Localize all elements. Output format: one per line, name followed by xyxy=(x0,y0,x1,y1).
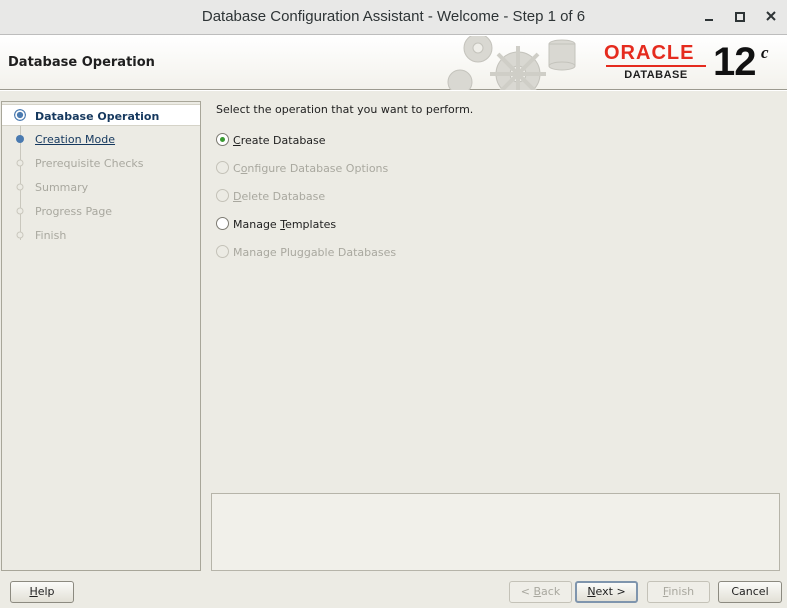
maximize-icon xyxy=(735,12,745,22)
step-current-icon xyxy=(14,109,26,121)
manage-pluggable-databases-option: Manage Pluggable Databases xyxy=(216,243,516,261)
version-superscript: c xyxy=(761,43,769,62)
step-label: Database Operation xyxy=(35,110,160,123)
help-button[interactable]: Help xyxy=(10,581,74,603)
step-database-operation[interactable]: Database Operation xyxy=(2,104,200,126)
step-label: Prerequisite Checks xyxy=(35,157,144,170)
radio-unselected-icon[interactable] xyxy=(216,217,229,230)
radio-disabled-icon xyxy=(216,189,229,202)
step-finish: Finish xyxy=(2,224,200,246)
close-icon xyxy=(766,11,776,21)
minimize-button[interactable] xyxy=(697,6,721,28)
cancel-button[interactable]: Cancel xyxy=(718,581,782,603)
gears-graphic xyxy=(447,36,576,90)
create-database-option[interactable]: Create Database xyxy=(216,131,516,149)
step-label: Summary xyxy=(35,181,89,194)
step-creation-mode[interactable]: Creation Mode xyxy=(2,128,200,150)
finish-button: Finish xyxy=(647,581,710,603)
back-button: < Back xyxy=(509,581,572,603)
content-panel: Select the operation that you want to pe… xyxy=(202,91,787,571)
button-bar: Help < Back Next > Finish Cancel xyxy=(0,575,787,608)
minimize-icon xyxy=(705,19,713,21)
page-title: Database Operation xyxy=(8,55,155,70)
delete-database-option: Delete Database xyxy=(216,187,516,205)
next-button[interactable]: Next > xyxy=(575,581,638,603)
step-disabled-icon xyxy=(16,183,24,191)
configure-database-options-option: Configure Database Options xyxy=(216,159,516,177)
wizard-body: Database Operation Creation Mode Prerequ… xyxy=(0,91,787,608)
step-label: Finish xyxy=(35,229,67,242)
step-disabled-icon xyxy=(16,231,24,239)
radio-selected-icon[interactable] xyxy=(216,133,229,146)
close-button[interactable] xyxy=(759,6,783,28)
option-label: Delete Database xyxy=(233,190,326,203)
radio-disabled-icon xyxy=(216,245,229,258)
instruction-text: Select the operation that you want to pe… xyxy=(216,103,474,116)
radio-disabled-icon xyxy=(216,161,229,174)
step-progress-page: Progress Page xyxy=(2,200,200,222)
window-title: Database Configuration Assistant - Welco… xyxy=(201,8,586,25)
step-label: Creation Mode xyxy=(35,133,116,146)
step-prerequisite-checks: Prerequisite Checks xyxy=(2,152,200,174)
option-label: Configure Database Options xyxy=(233,162,389,175)
option-label: Manage Templates xyxy=(233,218,337,231)
maximize-button[interactable] xyxy=(728,6,752,28)
step-summary: Summary xyxy=(2,176,200,198)
logo-rule xyxy=(606,65,706,67)
version-number: 12 xyxy=(713,40,756,84)
title-bar: Database Configuration Assistant - Welco… xyxy=(0,0,787,35)
database-wordmark: DATABASE xyxy=(624,69,688,81)
oracle-logo: ORACLE DATABASE xyxy=(604,42,708,84)
oracle-wordmark: ORACLE xyxy=(604,42,695,64)
option-label: Create Database xyxy=(233,134,326,147)
message-area xyxy=(211,493,780,571)
wizard-header: Database Operation ORACLE DATABASE 12 c xyxy=(0,36,787,90)
steps-navigation: Database Operation Creation Mode Prerequ… xyxy=(1,101,201,571)
option-label: Manage Pluggable Databases xyxy=(233,246,397,259)
step-disabled-icon xyxy=(16,207,24,215)
step-disabled-icon xyxy=(16,159,24,167)
step-upcoming-icon xyxy=(16,135,24,143)
step-label: Progress Page xyxy=(35,205,113,218)
manage-templates-option[interactable]: Manage Templates xyxy=(216,215,516,233)
